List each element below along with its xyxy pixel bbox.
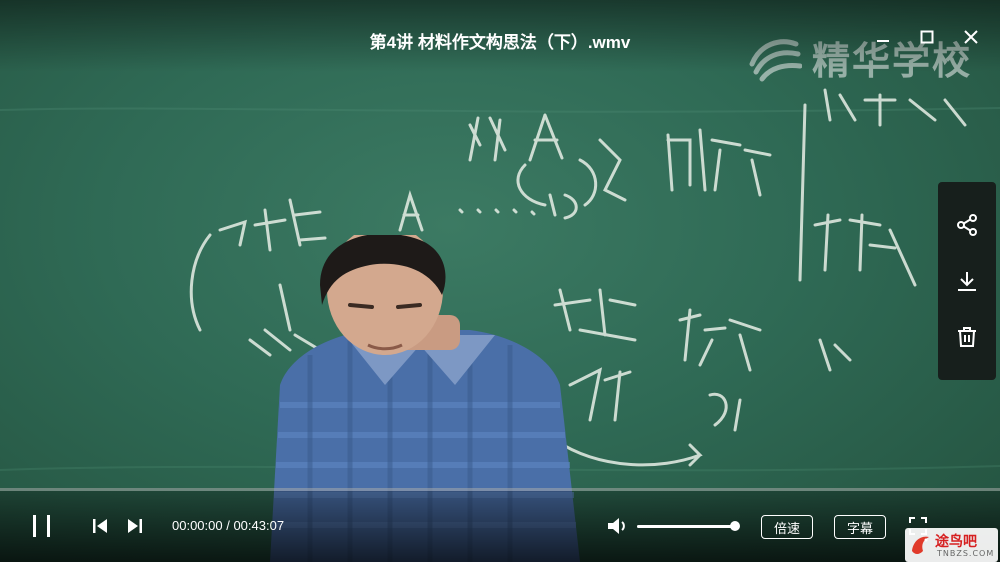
close-button[interactable] [960, 26, 982, 48]
trash-icon [958, 327, 976, 347]
maximize-button[interactable] [916, 26, 938, 48]
volume-icon [608, 518, 625, 534]
minimize-icon [877, 40, 889, 42]
video-title: 第4讲 材料作文构思法（下）.wmv [369, 33, 631, 52]
pause-button[interactable] [30, 514, 54, 538]
progress-bar[interactable] [0, 488, 1000, 491]
time-display: 00:00:00 / 00:43:07 [172, 518, 285, 533]
volume-fill [637, 525, 735, 528]
video-frame[interactable]: 精华学校 [0, 0, 1000, 562]
skip-previous-icon [93, 519, 107, 533]
control-bar: 00:00:00 / 00:43:07 倍速 字幕 [0, 488, 1000, 562]
title-bar: 第4讲 材料作文构思法（下）.wmv [0, 0, 1000, 72]
subtitles-button[interactable]: 字幕 [834, 515, 886, 539]
close-icon [964, 30, 978, 44]
share-icon [957, 214, 977, 236]
volume-knob[interactable] [730, 521, 740, 531]
minimize-button[interactable] [872, 26, 894, 48]
site-name: 途鸟吧 [935, 534, 977, 550]
side-action-panel [938, 182, 996, 380]
volume-button[interactable] [606, 515, 630, 537]
next-button[interactable] [125, 516, 145, 536]
site-domain: TNBZS.COM [937, 549, 995, 558]
volume-slider[interactable] [637, 521, 740, 531]
download-button[interactable] [952, 266, 982, 296]
previous-button[interactable] [90, 516, 110, 536]
pause-icon [33, 515, 50, 537]
download-icon [958, 272, 976, 291]
share-button[interactable] [952, 210, 982, 240]
delete-button[interactable] [952, 322, 982, 352]
bird-logo-icon [912, 536, 929, 554]
video-player[interactable]: 精华学校 第4讲 材料作文构思法（下）.wmv [0, 0, 1000, 562]
playback-speed-button[interactable]: 倍速 [761, 515, 813, 539]
site-watermark-badge: 途鸟吧 TNBZS.COM [905, 528, 998, 562]
skip-next-icon [128, 519, 142, 533]
maximize-icon [920, 30, 934, 44]
